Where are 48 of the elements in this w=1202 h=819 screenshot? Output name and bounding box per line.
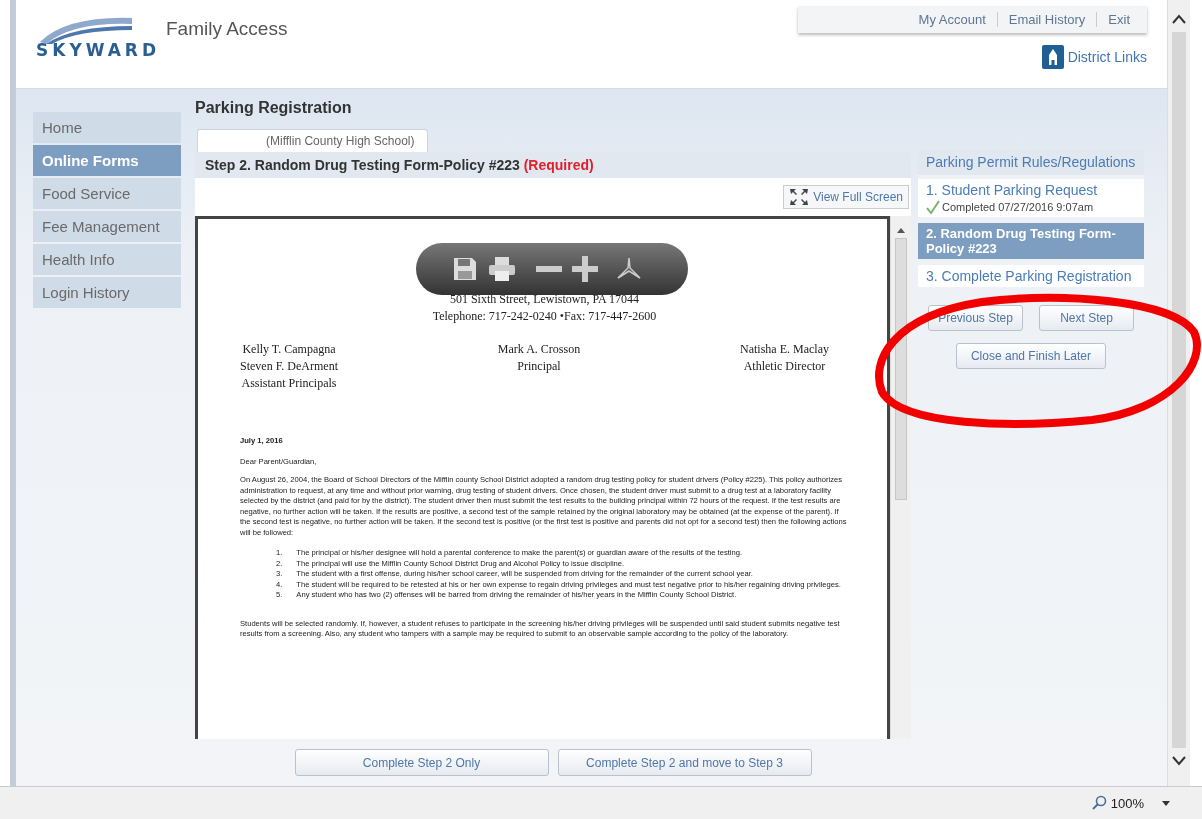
step-item[interactable]: 3. Complete Parking Registration — [918, 265, 1144, 287]
expand-arrows-icon — [789, 188, 810, 206]
staff-text: Assistant Principals — [240, 375, 338, 392]
document-scrollbar[interactable] — [890, 216, 911, 739]
school-telephone: Telephone: 717-242-0240 •Fax: 717-447-2600 — [431, 308, 658, 325]
scroll-down-icon[interactable] — [1172, 756, 1186, 766]
school-tab[interactable]: (Mifflin County High School) — [197, 129, 428, 152]
school-building-icon[interactable] — [1041, 45, 1064, 69]
district-links-link[interactable]: District Links — [1067, 49, 1147, 65]
save-icon[interactable] — [452, 256, 478, 282]
logo-text: SKYWARD — [36, 40, 161, 60]
app-title: Family Access — [166, 17, 288, 41]
staff-text: Mark A. Crosson — [497, 341, 581, 358]
step-title: Step 2. Random Drug Testing Form-Policy #223 (Required) — [195, 152, 911, 178]
sidebar-item[interactable]: Login History — [33, 277, 181, 308]
zoom-level[interactable]: 100% — [1110, 795, 1144, 811]
staff-text: Principal — [516, 358, 562, 375]
staff-text: Natisha E. Maclay — [740, 341, 829, 358]
complete-step-button[interactable]: Complete Step 2 Only — [294, 749, 549, 776]
header-link[interactable]: Email History — [996, 12, 1097, 27]
step-nav-button[interactable]: Next Step — [1039, 305, 1134, 331]
sidebar-item[interactable]: Food Service — [33, 178, 181, 209]
view-full-screen-button[interactable]: View Full Screen — [783, 185, 909, 209]
page-title: Parking Registration — [195, 99, 353, 117]
zoom-icon[interactable] — [1090, 795, 1107, 811]
header-link[interactable]: Exit — [1096, 12, 1141, 27]
step-nav-button[interactable]: Close and Finish Later — [956, 343, 1106, 369]
scroll-up-icon[interactable] — [1172, 14, 1186, 24]
staff-text: Kelly T. Campagna — [241, 341, 337, 358]
acrobat-icon[interactable] — [616, 256, 642, 282]
complete-step-button[interactable]: Complete Step 2 and move to Step 3 — [557, 749, 812, 776]
header-link[interactable]: My Account — [907, 12, 997, 27]
zoom-in-icon[interactable] — [572, 256, 598, 282]
sidebar-item[interactable]: Home — [33, 112, 181, 143]
print-icon[interactable] — [488, 256, 516, 282]
panel-title: Parking Permit Rules/Regulations — [918, 149, 1144, 175]
scrollbar-thumb[interactable] — [1172, 32, 1186, 748]
sidebar-item[interactable]: Fee Management — [33, 211, 181, 242]
staff-text: Athletic Director — [742, 358, 827, 375]
sidebar-item[interactable]: Online Forms — [33, 145, 181, 176]
caret-icon[interactable] — [1162, 800, 1170, 806]
school-address: 501 Sixth Street, Lewistown, PA 17044 — [448, 291, 641, 308]
step-item[interactable]: 2. Random Drug Testing Form-Policy #223 — [918, 223, 1144, 259]
staff-text: Steven F. DeArment — [240, 358, 339, 375]
scroll-up-icon[interactable] — [896, 226, 906, 234]
step-item[interactable]: 1. Student Parking Request Completed 07/27/2016 9:07am — [918, 179, 1144, 217]
sidebar-item[interactable]: Health Info — [33, 244, 181, 275]
completed-status: Completed 07/27/2016 9:07am — [942, 201, 1094, 213]
